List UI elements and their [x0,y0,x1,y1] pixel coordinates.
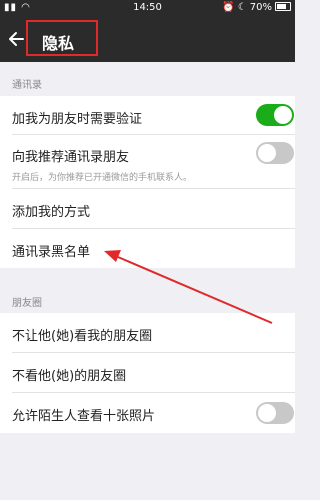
hide-my-moments-label: 不让他(她)看我的朋友圈 [12,329,153,344]
add-methods-label: 添加我的方式 [12,205,91,220]
contacts-blacklist-label: 通讯录黑名单 [12,245,91,260]
battery-icon [275,2,291,11]
row-stranger-photos[interactable]: 允许陌生人查看十张照片 [0,393,295,433]
recommend-contacts-label: 向我推荐通讯录朋友 [12,150,130,165]
toggle-knob [258,404,276,422]
status-right: ⏰ ☾ 70% [219,2,291,13]
hide-their-moments-label: 不看他(她)的朋友圈 [12,369,127,384]
section-header-contacts: 通讯录 [12,80,42,91]
friend-verification-label: 加我为朋友时需要验证 [12,112,143,127]
recommend-contacts-description: 开启后，为你推荐已开通微信的手机联系人。 [12,173,193,183]
toggle-knob [274,106,292,124]
friend-verification-toggle[interactable] [256,104,294,126]
recommend-contacts-toggle[interactable] [256,142,294,164]
page-title: 隐私 [42,34,75,53]
contacts-card: 加我为朋友时需要验证 向我推荐通讯录朋友 开启后，为你推荐已开通微信的手机联系人… [0,96,295,268]
row-contacts-blacklist[interactable]: 通讯录黑名单 [0,229,295,268]
row-friend-verification[interactable]: 加我为朋友时需要验证 [0,96,295,134]
section-header-moments: 朋友圈 [12,298,42,309]
stranger-photos-label: 允许陌生人查看十张照片 [12,409,156,424]
battery-text: 70% [249,2,272,13]
moon-icon: ☾ [237,2,247,13]
row-hide-their-moments[interactable]: 不看他(她)的朋友圈 [0,353,295,392]
moments-card: 不让他(她)看我的朋友圈 不看他(她)的朋友圈 允许陌生人查看十张照片 [0,313,295,433]
row-add-methods[interactable]: 添加我的方式 [0,189,295,228]
stranger-photos-toggle[interactable] [256,402,294,424]
app-bar: 隐私 [0,16,295,62]
toggle-knob [258,144,276,162]
alarm-icon: ⏰ [222,2,235,13]
row-recommend-contacts[interactable]: 向我推荐通讯录朋友 开启后，为你推荐已开通微信的手机联系人。 [0,135,295,188]
status-bar: ▮▮ ◠ 14:50 ⏰ ☾ 70% [0,0,295,16]
row-hide-my-moments[interactable]: 不让他(她)看我的朋友圈 [0,313,295,352]
